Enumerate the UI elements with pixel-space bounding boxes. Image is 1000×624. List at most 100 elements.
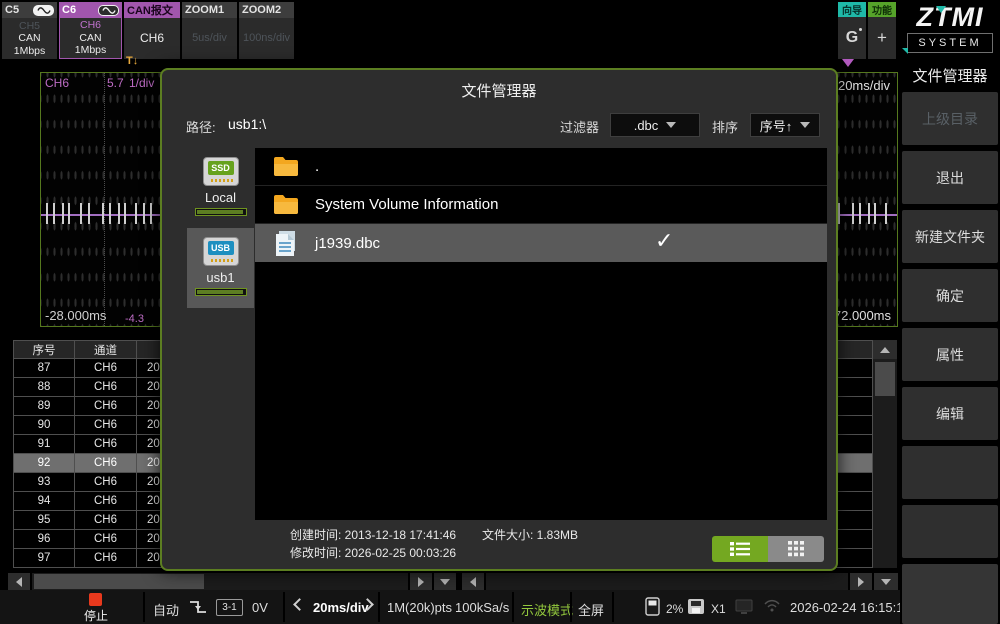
scroll-right-button[interactable] <box>850 573 872 590</box>
wizard-button[interactable]: 向导 G <box>838 2 866 59</box>
tab-c6-title: C6 <box>62 4 76 16</box>
timebase-decrease-icon[interactable] <box>293 598 306 611</box>
datetime-label: 2026-02-24 16:15:18 <box>790 600 911 615</box>
tab-can-title: CAN报文 <box>127 2 173 18</box>
trigger-time-marker-icon[interactable]: T↓ <box>126 55 138 67</box>
signal-tick <box>874 203 876 224</box>
file-name: . <box>315 158 319 175</box>
logo-accent-icon <box>936 6 946 13</box>
trigger-level-label[interactable]: 0V <box>252 600 268 615</box>
scrollbar-thumb[interactable] <box>875 362 895 396</box>
table-cell: CH6 <box>75 549 137 568</box>
tab-zoom1[interactable]: ZOOM1 5us/div <box>182 2 237 59</box>
drive-capacity-bar <box>195 208 247 216</box>
sidebar-button-exit[interactable]: 退出 <box>902 151 998 204</box>
tab-can-line: CH6 <box>124 32 180 45</box>
table-cell: CH6 <box>75 397 137 416</box>
scrollbar-track[interactable] <box>486 573 848 590</box>
ssd-drive-icon: SSD <box>203 157 239 186</box>
file-name: System Volume Information <box>315 196 498 213</box>
file-row[interactable]: j1939.dbc ✓ <box>255 224 827 262</box>
signal-tick <box>150 203 152 224</box>
sidebar-button-new-folder[interactable]: 新建文件夹 <box>902 210 998 263</box>
scope-mode-label[interactable]: 示波模式 <box>521 600 573 619</box>
scrollbar-track[interactable] <box>32 573 408 590</box>
trigger-mode-label[interactable]: 自动 <box>153 600 179 619</box>
signal-tick <box>135 203 137 224</box>
table-cell: CH6 <box>75 359 137 378</box>
right-arrow-icon <box>418 577 424 587</box>
scroll-right-button[interactable] <box>410 573 432 590</box>
tab-c5-header: C5 <box>2 2 57 18</box>
scroll-up-button[interactable] <box>873 340 897 359</box>
drive-item-local[interactable]: SSDLocal <box>187 148 254 228</box>
function-button[interactable]: 功能 + <box>868 2 896 59</box>
tab-c6-body: CH6 CAN 1Mbps <box>59 18 122 59</box>
file-row[interactable]: System Volume Information <box>255 186 827 224</box>
scroll-left-button[interactable] <box>8 573 30 590</box>
fullscreen-label[interactable]: 全屏 <box>578 600 604 619</box>
tab-zoom2-body: 100ns/div <box>239 18 294 59</box>
sidebar-button-parent-dir[interactable]: 上级目录 <box>902 92 998 145</box>
signal-tick <box>53 203 55 224</box>
file-name: j1939.dbc <box>315 235 380 252</box>
trigger-edge-icon[interactable] <box>188 598 208 616</box>
tab-zoom1-line: 5us/div <box>182 32 237 45</box>
dialog-path-row: 路径: usb1:\ 过滤器 .dbc 排序 序号↑ <box>162 112 836 138</box>
path-label: 路径: <box>186 117 216 136</box>
scroll-down-button[interactable] <box>874 573 898 590</box>
scrollbar-thumb[interactable] <box>34 574 204 589</box>
file-size: 文件大小: 1.83MB <box>482 526 578 543</box>
file-icon <box>274 230 298 257</box>
list-view-button[interactable] <box>712 536 768 562</box>
signal-tick <box>838 203 840 224</box>
sidebar-button-empty-2[interactable] <box>902 505 998 558</box>
sort-dropdown[interactable]: 序号↑ <box>750 113 820 137</box>
sine-wave-icon <box>33 5 54 16</box>
folder-icon <box>272 194 300 215</box>
checkmark-icon: ✓ <box>655 228 673 254</box>
path-value: usb1:\ <box>228 116 266 132</box>
signal-tick <box>859 203 861 224</box>
signal-tick <box>80 203 82 224</box>
sidebar-button-confirm[interactable]: 确定 <box>902 269 998 322</box>
trigger-source-box[interactable]: 3-1 <box>216 599 243 616</box>
tab-zoom2[interactable]: ZOOM2 100ns/div <box>239 2 294 59</box>
sidebar-button-properties[interactable]: 属性 <box>902 328 998 381</box>
table-header-channel: 通道 <box>75 340 137 359</box>
filter-dropdown[interactable]: .dbc <box>610 113 700 137</box>
wizard-icon: G <box>838 17 866 59</box>
table-cell: CH6 <box>75 435 137 454</box>
signal-tick <box>88 203 90 224</box>
table-cell: 92 <box>13 454 75 473</box>
down-arrow-icon <box>881 579 891 585</box>
tab-can-message[interactable]: CAN报文 CH6 <box>124 2 180 59</box>
table-horizontal-scrollbar-right[interactable] <box>462 573 898 590</box>
scroll-down-button[interactable] <box>434 573 456 590</box>
grid-view-button[interactable] <box>768 536 824 562</box>
trigger-position-marker-icon[interactable] <box>842 59 854 67</box>
scroll-left-button[interactable] <box>462 573 484 590</box>
sidebar-button-empty-3[interactable] <box>902 564 998 624</box>
sidebar-button-edit[interactable]: 编辑 <box>902 387 998 440</box>
sine-wave-icon <box>98 5 119 16</box>
sidebar-button-empty-1[interactable] <box>902 446 998 499</box>
file-row[interactable]: . <box>255 148 827 186</box>
drive-panel: SSDLocalUSBusb1 <box>187 148 254 520</box>
file-info-bar: 创建时间: 2013-12-18 17:41:46 修改时间: 2026-02-… <box>162 520 836 569</box>
stop-indicator-icon[interactable] <box>89 593 102 606</box>
table-horizontal-scrollbar-left[interactable] <box>8 573 454 590</box>
tab-c6-active[interactable]: C6 CH6 CAN 1Mbps <box>59 2 122 59</box>
tab-c6-line: 1Mbps <box>60 44 121 57</box>
table-vertical-scrollbar[interactable] <box>873 340 897 568</box>
timebase-value[interactable]: 20ms/div <box>313 600 369 615</box>
magnify-label[interactable]: X1 <box>711 602 726 616</box>
dropdown-caret-icon <box>800 122 810 128</box>
tab-zoom2-header: ZOOM2 <box>239 2 294 18</box>
sample-rate-label[interactable]: 100kSa/s <box>455 600 509 615</box>
divider <box>143 592 145 622</box>
run-stop-label[interactable]: 停止 <box>75 607 117 624</box>
tab-c5[interactable]: C5 CH5 CAN 1Mbps <box>2 2 57 59</box>
memory-depth-label[interactable]: 1M(20k)pts <box>387 600 452 615</box>
drive-item-usb1[interactable]: USBusb1 <box>187 228 254 308</box>
